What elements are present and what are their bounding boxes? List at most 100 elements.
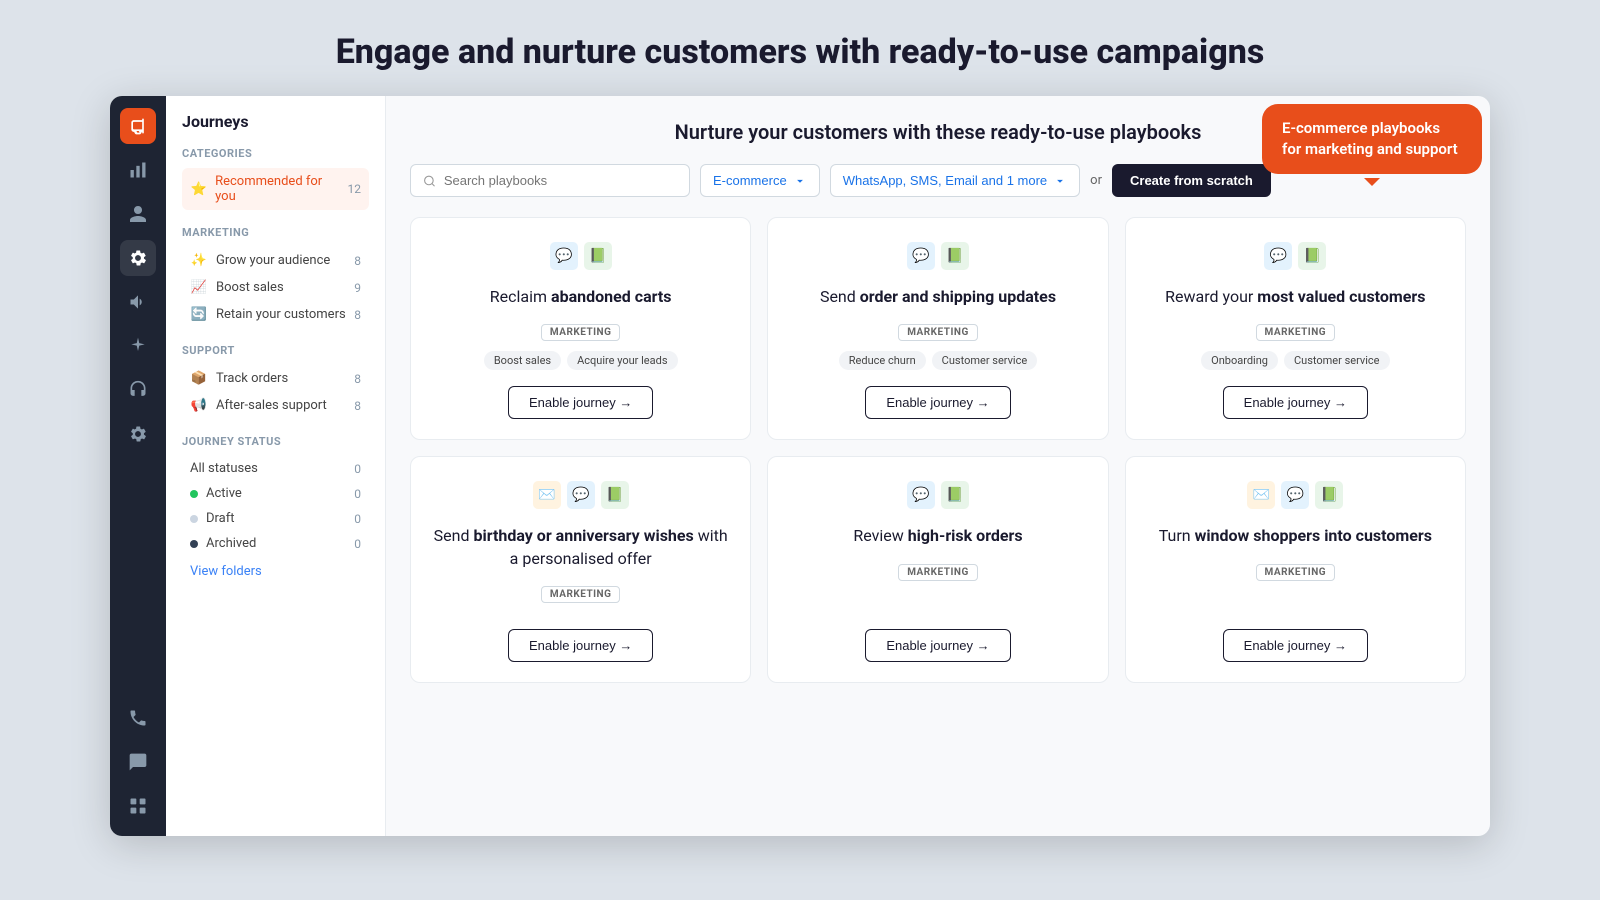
enable-journey-button[interactable]: Enable journey → — [865, 386, 1010, 419]
tooltip-bubble: E-commerce playbooks for marketing and s… — [1262, 104, 1482, 174]
card-badge: MARKETING — [898, 564, 978, 581]
card-title: Reward your most valued customers — [1165, 286, 1425, 308]
category-retain[interactable]: 🔄 Retain your customers 8 — [182, 301, 369, 328]
category-boost[interactable]: 📈 Boost sales 9 — [182, 274, 369, 301]
tag: Customer service — [1284, 351, 1390, 370]
journey-card-valued-customers[interactable]: 💬📗 Reward your most valued customers MAR… — [1125, 217, 1466, 440]
status-active-label: Active — [206, 486, 242, 501]
nav-icon-chat[interactable] — [120, 744, 156, 780]
card-channels: 💬📗 — [907, 242, 969, 270]
category-grow-label: Grow your audience — [216, 253, 330, 268]
archived-dot-icon — [190, 540, 198, 548]
card-title: Review high-risk orders — [853, 525, 1022, 547]
card-title: Reclaim abandoned carts — [490, 286, 672, 308]
status-draft-label: Draft — [206, 511, 235, 526]
category-aftersales-count: 8 — [354, 399, 361, 413]
category-recommended-count: 12 — [348, 182, 362, 196]
enable-journey-button[interactable]: Enable journey → — [1223, 629, 1368, 662]
card-title: Send birthday or anniversary wishes with… — [431, 525, 730, 570]
category-aftersales[interactable]: 📢 After-sales support 8 — [182, 392, 369, 419]
category-recommended[interactable]: ⭐ Recommended for you 12 — [182, 168, 369, 210]
status-archived[interactable]: Archived 0 — [182, 531, 369, 556]
nav-icon-chart[interactable] — [120, 152, 156, 188]
category-grow-count: 8 — [354, 254, 361, 268]
card-badge: MARKETING — [1256, 564, 1336, 581]
left-panel: Journeys Categories ⭐ Recommended for yo… — [166, 96, 386, 836]
status-archived-count: 0 — [354, 537, 361, 551]
ecommerce-filter[interactable]: E-commerce — [700, 164, 820, 197]
create-from-scratch-button[interactable]: Create from scratch — [1112, 164, 1271, 197]
card-badge: MARKETING — [541, 324, 621, 341]
card-tags: Boost salesAcquire your leads — [484, 351, 678, 370]
status-active-count: 0 — [354, 487, 361, 501]
nav-icon-sparkle[interactable] — [120, 328, 156, 364]
marketing-label: Marketing — [182, 226, 369, 239]
trend-icon: 📈 — [190, 280, 208, 295]
journey-card-birthday[interactable]: ✉️💬📗 Send birthday or anniversary wishes… — [410, 456, 751, 683]
chevron-down-icon-2 — [1053, 174, 1067, 188]
status-draft-count: 0 — [354, 512, 361, 526]
sidebar-nav — [110, 96, 166, 836]
nav-icon-headset[interactable] — [120, 372, 156, 408]
card-badge: MARKETING — [1256, 324, 1336, 341]
category-retain-count: 8 — [354, 308, 361, 322]
category-track-count: 8 — [354, 372, 361, 386]
category-aftersales-label: After-sales support — [216, 398, 327, 413]
nav-icon-settings[interactable] — [120, 416, 156, 452]
tag: Customer service — [932, 351, 1038, 370]
enable-journey-button[interactable]: Enable journey → — [508, 386, 653, 419]
nav-icon-speaker[interactable] — [120, 284, 156, 320]
journey-card-abandoned-carts[interactable]: 💬📗 Reclaim abandoned carts MARKETING Boo… — [410, 217, 751, 440]
status-archived-label: Archived — [206, 536, 256, 551]
card-channels: 💬📗 — [1264, 242, 1326, 270]
enable-journey-button[interactable]: Enable journey → — [1223, 386, 1368, 419]
nav-icon-megaphone[interactable] — [120, 108, 156, 144]
nav-icon-grid[interactable] — [120, 788, 156, 824]
nav-icon-automation[interactable] — [120, 240, 156, 276]
journey-card-window-shoppers[interactable]: ✉️💬📗 Turn window shoppers into customers… — [1125, 456, 1466, 683]
tag: Boost sales — [484, 351, 561, 370]
category-boost-label: Boost sales — [216, 280, 284, 295]
cards-grid: 💬📗 Reclaim abandoned carts MARKETING Boo… — [410, 217, 1466, 683]
star-icon: ⭐ — [190, 182, 207, 197]
journey-card-high-risk[interactable]: 💬📗 Review high-risk orders MARKETING Ena… — [767, 456, 1108, 683]
card-channels: 💬📗 — [907, 481, 969, 509]
tag: Onboarding — [1201, 351, 1278, 370]
categories-label: Categories — [182, 147, 369, 160]
category-track-label: Track orders — [216, 371, 288, 386]
nav-icon-person[interactable] — [120, 196, 156, 232]
journey-card-order-shipping[interactable]: 💬📗 Send order and shipping updates MARKE… — [767, 217, 1108, 440]
tag: Reduce churn — [839, 351, 926, 370]
main-content: Nurture your customers with these ready-… — [386, 96, 1490, 836]
status-active[interactable]: Active 0 — [182, 481, 369, 506]
megaphone-icon: 📢 — [190, 398, 208, 413]
card-title: Send order and shipping updates — [820, 286, 1056, 308]
nav-icon-phone[interactable] — [120, 700, 156, 736]
retain-icon: 🔄 — [190, 307, 208, 322]
card-title: Turn window shoppers into customers — [1159, 525, 1432, 547]
category-boost-count: 9 — [354, 281, 361, 295]
enable-journey-button[interactable]: Enable journey → — [865, 629, 1010, 662]
category-grow[interactable]: ✨ Grow your audience 8 — [182, 247, 369, 274]
card-channels: 💬📗 — [550, 242, 612, 270]
status-all-label: All statuses — [190, 461, 258, 476]
search-input[interactable] — [444, 173, 677, 188]
package-icon: 📦 — [190, 371, 208, 386]
journey-status-label: Journey status — [182, 435, 369, 448]
search-box[interactable] — [410, 164, 690, 197]
category-track[interactable]: 📦 Track orders 8 — [182, 365, 369, 392]
category-recommended-label: Recommended for you — [215, 174, 339, 204]
status-draft[interactable]: Draft 0 — [182, 506, 369, 531]
draft-dot-icon — [190, 515, 198, 523]
enable-journey-button[interactable]: Enable journey → — [508, 629, 653, 662]
card-channels: ✉️💬📗 — [533, 481, 629, 509]
card-tags: Reduce churn Customer service — [839, 351, 1037, 370]
or-text: or — [1090, 173, 1102, 188]
card-channels: ✉️💬📗 — [1247, 481, 1343, 509]
channel-filter[interactable]: WhatsApp, SMS, Email and 1 more — [830, 164, 1080, 197]
card-tags: Onboarding Customer service — [1201, 351, 1389, 370]
status-all[interactable]: All statuses 0 — [182, 456, 369, 481]
view-folders-link[interactable]: View folders — [182, 556, 369, 587]
page-headline: Engage and nurture customers with ready-… — [0, 0, 1600, 96]
chevron-down-icon — [793, 174, 807, 188]
